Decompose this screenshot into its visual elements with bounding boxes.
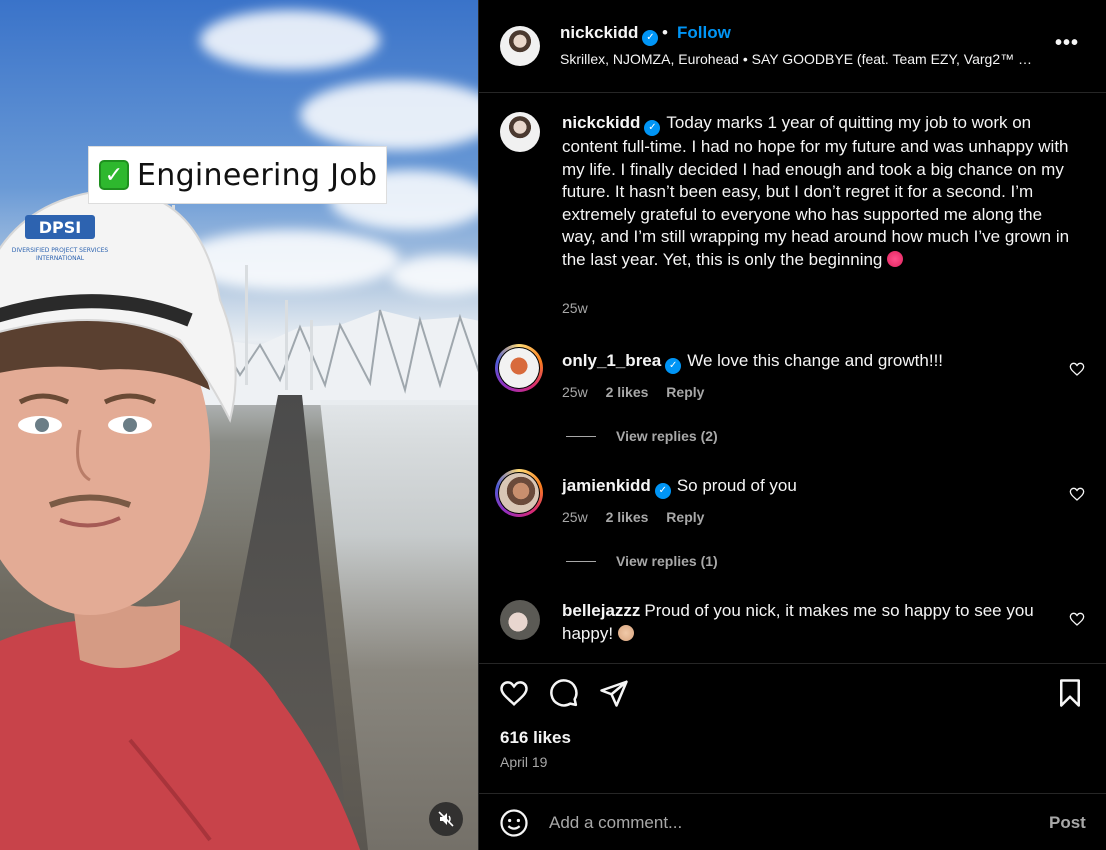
audio-track-link[interactable]: Skrillex, NJOMZA, Eurohead • SAY GOODBYE… [560, 51, 1040, 67]
verified-badge-icon: ✓ [665, 358, 682, 374]
author-username-text[interactable]: nickckidd [560, 23, 638, 42]
comments-list[interactable]: nickckidd ✓ Today marks 1 year of quitting… [479, 93, 1106, 663]
reply-button[interactable]: Reply [666, 509, 704, 525]
comment-likes[interactable]: 2 likes [606, 384, 649, 400]
svg-text:INTERNATIONAL: INTERNATIONAL [36, 255, 85, 262]
comment-text: So proud of you [676, 476, 797, 495]
author-username[interactable]: nickckidd ✓ [560, 23, 659, 46]
comment-username[interactable]: bellejazzz [562, 601, 640, 620]
avatar[interactable] [500, 600, 540, 640]
verified-badge-icon: ✓ [644, 120, 661, 136]
check-mark-icon: ✓ [99, 160, 129, 190]
comment-meta: 25w 2 likes Reply [562, 384, 718, 400]
like-heart-icon[interactable] [499, 678, 529, 708]
cloud [200, 10, 380, 70]
like-comment-heart-icon[interactable] [1069, 361, 1085, 377]
comment-bubble-icon[interactable] [549, 678, 579, 708]
clapping-hands-emoji-icon [617, 624, 634, 641]
story-ring[interactable] [495, 344, 543, 392]
comment-age: 25w [562, 384, 588, 400]
separator-dot: • [662, 23, 668, 42]
verified-badge-icon: ✓ [654, 483, 671, 499]
view-replies-text[interactable]: View replies (2) [616, 428, 718, 444]
caption-meta: 25w [562, 300, 602, 316]
overlay-label: ✓ Engineering Job [88, 146, 387, 204]
person-selfie: DPSI DIVERSIFIED PROJECT SERVICES INTERN… [0, 188, 361, 850]
comment-body: bellejazzz Proud of you nick, it makes me… [562, 600, 1072, 645]
like-comment-heart-icon[interactable] [1069, 486, 1085, 502]
view-replies-button[interactable]: View replies (2) [566, 428, 718, 444]
share-send-icon[interactable] [599, 678, 629, 708]
verified-badge-icon: ✓ [642, 30, 659, 46]
comment-username[interactable]: jamienkidd [562, 476, 651, 495]
view-replies-text[interactable]: View replies (1) [616, 553, 718, 569]
post-header: nickckidd ✓ • Follow Skrillex, NJOMZA, Eu… [479, 0, 1106, 93]
caption-age: 25w [562, 300, 588, 316]
comment-text: We love this change and growth!!! [687, 351, 944, 370]
comment-input[interactable] [549, 808, 1029, 838]
reply-button[interactable]: Reply [666, 384, 704, 400]
avatar[interactable] [500, 26, 540, 66]
story-ring[interactable] [495, 469, 543, 517]
view-replies-line [566, 435, 596, 437]
like-comment-heart-icon[interactable] [1069, 611, 1085, 627]
post-details-panel: nickckidd ✓ • Follow Skrillex, NJOMZA, Eu… [478, 0, 1106, 850]
post-comment-button[interactable]: Post [1049, 813, 1086, 833]
comment-likes[interactable]: 2 likes [606, 509, 649, 525]
comment-username[interactable]: only_1_brea [562, 351, 661, 370]
view-replies-line [566, 560, 596, 562]
post-media[interactable]: DPSI DIVERSIFIED PROJECT SERVICES INTERN… [0, 0, 478, 850]
avatar[interactable] [499, 473, 539, 513]
view-replies-button[interactable]: View replies (1) [566, 553, 718, 569]
more-options-icon[interactable]: ••• [1055, 32, 1079, 55]
pink-heart-emoji-icon [887, 250, 904, 267]
comment-age: 25w [562, 509, 588, 525]
cloud [300, 80, 478, 150]
caption-username[interactable]: nickckidd [562, 113, 640, 132]
post-date[interactable]: April 19 [500, 754, 547, 770]
speaker-muted-icon [438, 811, 454, 827]
post-actions: 616 likes April 19 [479, 663, 1106, 803]
mute-button[interactable] [429, 802, 463, 836]
emoji-smiley-icon[interactable] [499, 808, 529, 838]
svg-text:DIVERSIFIED PROJECT SERVICES: DIVERSIFIED PROJECT SERVICES [12, 247, 109, 254]
avatar[interactable] [500, 112, 540, 152]
comment-body: jamienkidd ✓ So proud of you [562, 475, 1072, 499]
svg-text:DPSI: DPSI [39, 218, 81, 237]
add-comment-bar: Post [479, 793, 1106, 850]
overlay-label-text: Engineering Job [137, 157, 378, 193]
comment-meta: 25w 2 likes Reply [562, 509, 718, 525]
avatar[interactable] [499, 348, 539, 388]
comment-body: only_1_brea ✓ We love this change and grow… [562, 350, 1072, 374]
likes-count[interactable]: 616 likes [500, 728, 571, 748]
bookmark-save-icon[interactable] [1055, 678, 1085, 708]
caption-text: Today marks 1 year of quitting my job to… [562, 113, 1070, 269]
caption-body: nickckidd ✓ Today marks 1 year of quitting… [562, 112, 1072, 272]
follow-button[interactable]: Follow [677, 23, 731, 43]
